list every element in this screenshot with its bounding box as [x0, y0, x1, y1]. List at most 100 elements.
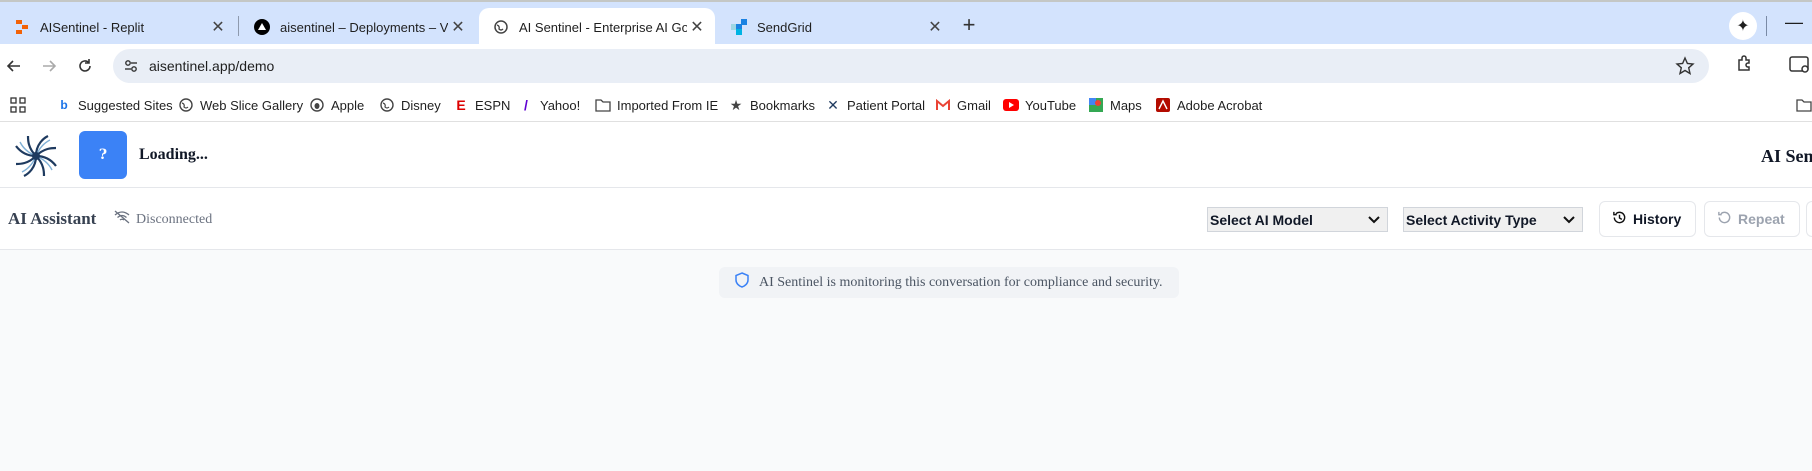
bookmark-label: ESPN [475, 97, 511, 113]
close-icon[interactable]: ✕ [687, 17, 707, 37]
apps-icon[interactable] [10, 96, 26, 114]
tab-title: SendGrid [757, 19, 812, 35]
compliance-notice-text: AI Sentinel is monitoring this conversat… [759, 274, 1163, 290]
bookmark-label: Disney [401, 97, 441, 113]
minimize-icon[interactable]: — [1785, 12, 1805, 36]
globe-icon [379, 97, 395, 113]
bookmark-star-icon[interactable] [1675, 56, 1695, 76]
history-button[interactable]: History [1599, 201, 1696, 237]
yahoo-icon: / [524, 97, 528, 113]
loading-text: Loading... [139, 146, 208, 163]
extensions-icon[interactable] [1735, 54, 1757, 76]
tab-title: aisentinel – Deployments – Vercel [280, 19, 448, 35]
bookmark-label: YouTube [1025, 97, 1077, 113]
tab-title: AISentinel - Replit [40, 19, 145, 35]
close-icon[interactable]: ✕ [208, 17, 228, 37]
tab-vercel[interactable]: aisentinel – Deployments – Vercel ✕ [240, 8, 476, 46]
chat-area: AI Sentinel is monitoring this conversat… [0, 250, 1812, 471]
shield-icon [735, 272, 759, 293]
sendgrid-icon [731, 19, 747, 35]
bookmark-web-slice-gallery[interactable]: Web Slice Gallery [178, 96, 303, 114]
bookmark-gmail[interactable]: Gmail [935, 96, 991, 114]
connection-status-text: Disconnected [136, 211, 213, 227]
bookmark-label: Adobe Acrobat [1177, 97, 1263, 113]
app-header: ? Loading... AI Sen [0, 122, 1812, 188]
tab-sendgrid[interactable]: SendGrid ✕ [717, 8, 953, 46]
bookmark-label: Imported From IE [617, 97, 719, 113]
bookmark-label: Bookmarks [750, 97, 816, 113]
vercel-icon [254, 19, 270, 35]
repeat-button[interactable]: Repeat [1704, 201, 1800, 237]
x-icon: ✕ [827, 96, 839, 113]
activity-type-select[interactable]: Select Activity Type [1403, 207, 1583, 232]
bookmark-disney[interactable]: Disney [379, 96, 441, 114]
bookmark-apple[interactable]: Apple [309, 96, 364, 114]
reload-icon[interactable] [73, 54, 97, 78]
all-bookmarks-folder-icon[interactable] [1796, 96, 1812, 114]
tab-ai-sentinel[interactable]: AI Sentinel - Enterprise AI Governance ✕ [479, 8, 715, 46]
ai-sentinel-logo [10, 130, 62, 182]
bookmark-suggested-sites[interactable]: b Suggested Sites [56, 96, 173, 114]
bookmark-youtube[interactable]: YouTube [1003, 96, 1076, 114]
espn-icon: E [456, 97, 466, 113]
acrobat-icon [1155, 97, 1171, 113]
bing-icon: b [60, 98, 68, 112]
new-tab-button[interactable]: + [957, 14, 981, 38]
bookmark-label: Apple [331, 97, 365, 113]
close-icon[interactable]: ✕ [925, 17, 945, 37]
address-bar[interactable]: aisentinel.app/demo [113, 49, 1709, 83]
connection-status: Disconnected [114, 210, 212, 229]
globe-icon [493, 19, 509, 35]
brand-title: AI Sen [1761, 146, 1812, 166]
help-button[interactable]: ? [79, 131, 127, 179]
assistant-title: AI Assistant [8, 209, 97, 228]
bookmark-espn[interactable]: E ESPN [453, 96, 510, 114]
bookmark-label: Maps [1110, 97, 1142, 113]
browser-toolbar: aisentinel.app/demo [0, 44, 1812, 88]
tab-replit[interactable]: AISentinel - Replit ✕ [0, 8, 236, 46]
apple-icon [309, 97, 325, 113]
maps-icon [1088, 97, 1104, 113]
divider [1766, 16, 1767, 36]
activity-type-select-value: Select Activity Type [1406, 211, 1537, 228]
bookmark-imported-from-ie[interactable]: Imported From IE [595, 96, 718, 114]
gemini-icon[interactable]: ✦ [1729, 12, 1757, 40]
overflow-button-edge[interactable] [1806, 201, 1812, 237]
bookmark-label: Web Slice Gallery [200, 97, 304, 113]
rotate-ccw-icon [1717, 210, 1738, 228]
folder-icon [595, 97, 611, 113]
bookmark-label: Yahoo! [540, 97, 581, 113]
wifi-off-icon [114, 210, 136, 229]
history-button-label: History [1633, 211, 1682, 227]
ai-model-select-value: Select AI Model [1210, 211, 1313, 228]
side-panel-icon[interactable] [1788, 54, 1812, 76]
bookmark-label: Patient Portal [847, 97, 926, 113]
bookmarks-bar: b Suggested Sites Web Slice Gallery Appl… [0, 88, 1812, 122]
star-icon: ★ [729, 96, 743, 113]
bookmark-patient-portal[interactable]: ✕ Patient Portal [825, 96, 925, 114]
ai-model-select[interactable]: Select AI Model [1207, 207, 1388, 232]
bookmark-yahoo[interactable]: / Yahoo! [518, 96, 580, 114]
gmail-icon [935, 97, 951, 113]
globe-icon [178, 97, 194, 113]
chevron-down-icon [1562, 212, 1576, 228]
bookmark-label: Gmail [957, 97, 991, 113]
close-icon[interactable]: ✕ [448, 17, 468, 37]
forward-icon[interactable] [37, 54, 61, 78]
history-icon [1612, 210, 1633, 228]
bookmark-bookmarks[interactable]: ★ Bookmarks [728, 96, 815, 114]
back-icon[interactable] [2, 54, 26, 78]
bookmark-maps[interactable]: Maps [1088, 96, 1142, 114]
bookmark-label: Suggested Sites [78, 97, 173, 113]
bookmark-adobe-acrobat[interactable]: Adobe Acrobat [1155, 96, 1262, 114]
youtube-icon [1003, 97, 1019, 113]
repeat-button-label: Repeat [1738, 211, 1785, 227]
site-info-icon[interactable] [123, 58, 139, 74]
chevron-down-icon [1367, 212, 1381, 228]
replit-icon [14, 19, 30, 35]
assistant-toolbar: AI Assistant Disconnected Select AI Mode… [0, 188, 1812, 250]
url-text: aisentinel.app/demo [149, 58, 275, 74]
compliance-notice: AI Sentinel is monitoring this conversat… [719, 267, 1179, 298]
tab-title: AI Sentinel - Enterprise AI Governance [519, 19, 687, 35]
browser-tab-strip: AISentinel - Replit ✕ aisentinel – Deplo… [0, 0, 1812, 46]
